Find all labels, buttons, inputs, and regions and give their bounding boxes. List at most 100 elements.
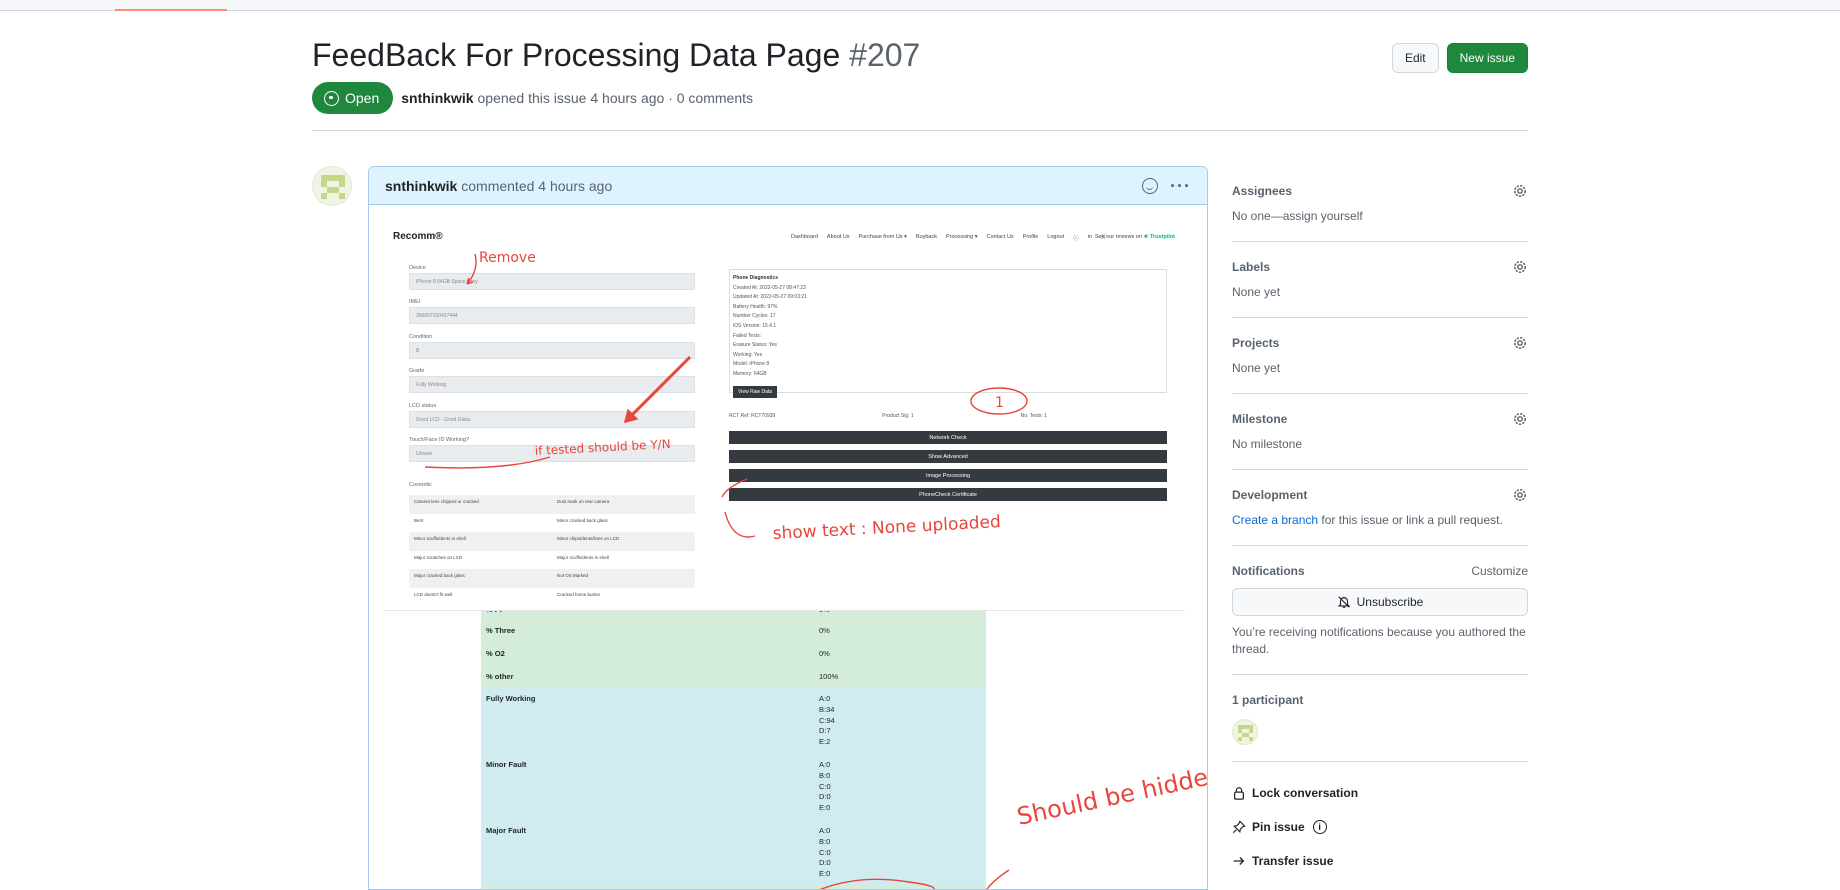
issue-actions: Lock conversation Pin issue i Transfer i… — [1232, 762, 1528, 878]
field-label: Grade — [409, 368, 425, 374]
cosmetic-option: Minor scuffs/dents in shell — [414, 536, 466, 541]
trustpilot-prefix: See our reviews on — [1094, 234, 1142, 240]
edit-button[interactable]: Edit — [1391, 43, 1439, 73]
mini-nav-item: Contact Us — [986, 234, 1014, 240]
table-row: Total Purchase Price£9,739 — [481, 886, 986, 889]
show-advanced-button: Show Advanced — [729, 450, 1167, 463]
diagnostic-line: Updated At: 2022-05-27 09:03:21 — [733, 294, 807, 301]
mini-nav-item: ⓘ — [1073, 236, 1079, 242]
issue-number: #207 — [849, 37, 921, 73]
cosmetic-option: Dust mark on rear camera — [557, 499, 610, 504]
grade-count: B:34 — [819, 704, 835, 714]
embedded-screenshot-summary-table[interactable]: % PP 0% % Three 0% % O2 0% % other 100% Fully Wo… — [481, 611, 986, 889]
comment-body: Recomm® Dashboard About Us Purchase from U… — [369, 205, 1207, 889]
cosmetic-row: Major cracked back glass Not OS Marked — [409, 569, 695, 588]
projects-title: Projects — [1232, 336, 1280, 350]
cosmetic-option: Bent — [414, 517, 424, 523]
grade-count: A:0 — [819, 826, 831, 835]
annotation-remove: Remove — [479, 250, 536, 266]
development-value: Create a branch for this issue or link a… — [1232, 512, 1528, 529]
new-issue-button[interactable]: New issue — [1446, 43, 1528, 73]
comment-author[interactable]: snthinkwik — [385, 178, 457, 194]
notifications-title: Notifications — [1232, 564, 1305, 578]
table-row: Fully Working A:0 B:34 C:94 D:7 E:2 — [481, 688, 986, 754]
table-cell-value: A:0 B:34 C:94 D:7 E:2 — [819, 694, 835, 748]
gear-icon[interactable] — [1512, 335, 1528, 351]
field-value: Unsure — [409, 445, 695, 462]
transfer-issue-link[interactable]: Transfer issue — [1232, 844, 1528, 878]
mini-nav-item: Dashboard — [791, 234, 818, 240]
projects-section: Projects None yet — [1232, 318, 1528, 394]
phonecheck-certificate-button: PhoneCheck Certificate — [729, 488, 1167, 501]
create-branch-link[interactable]: Create a branch — [1232, 513, 1318, 527]
table-cell-label: Major Fault — [486, 826, 527, 835]
phone-diagnostics-box: Phone Diagnostics Created At: 2022-05-27 … — [729, 269, 1167, 398]
no-tests: No. Tests: 1 — [1020, 413, 1047, 419]
issue-meta: Open snthinkwik opened this issue 4 hour… — [312, 82, 753, 114]
grade-count: D:0 — [819, 858, 831, 868]
comment-time[interactable]: 4 hours ago — [538, 178, 612, 194]
comment-actions: ··· — [1142, 177, 1191, 195]
info-icon[interactable]: i — [1312, 820, 1327, 834]
participant-avatar[interactable] — [1232, 719, 1258, 745]
status-badge: Open — [312, 82, 394, 114]
milestone-title: Milestone — [1232, 412, 1288, 426]
gear-icon[interactable] — [1512, 183, 1528, 199]
issue-opened-icon — [324, 90, 339, 106]
bell-slash-icon — [1337, 596, 1350, 608]
grade-count: A:0 — [819, 760, 831, 769]
comment-action: commented — [461, 177, 535, 194]
customize-link[interactable]: Customize — [1471, 564, 1528, 578]
participants-section: 1 participant — [1232, 675, 1528, 762]
grade-count: E:0 — [819, 803, 831, 813]
grade-count: D:0 — [819, 792, 831, 802]
table-row: Major Fault A:0 B:0 C:0 D:0 E:0 — [481, 820, 986, 886]
diagnostic-line: Number Cycles: 17 — [733, 313, 776, 320]
embedded-screenshot-processing-page[interactable]: Recomm® Dashboard About Us Purchase from U… — [385, 217, 1185, 611]
table-cell-value: 0% — [819, 611, 830, 616]
product-sig: Product Sig: 1 — [882, 413, 914, 419]
gear-icon[interactable] — [1512, 487, 1528, 503]
smiley-icon[interactable] — [1142, 177, 1159, 194]
table-cell-value: 0% — [819, 649, 830, 658]
pin-icon — [1232, 820, 1246, 834]
mini-nav-item: Purchase from Us ▾ — [858, 234, 907, 240]
assignees-value[interactable]: No one—assign yourself — [1232, 208, 1528, 225]
header-actions: Edit New issue — [1391, 43, 1528, 73]
status-label: Open — [345, 90, 380, 106]
annotation-should-be-hidden: Should be hidden — [1014, 760, 1207, 831]
header-divider — [312, 130, 1528, 131]
gear-icon[interactable] — [1512, 411, 1528, 427]
gear-icon[interactable] — [1512, 259, 1528, 275]
diagnostic-line: Memory: 64GB — [733, 370, 767, 377]
table-cell-value: A:0 B:0 C:0 D:0 E:0 — [819, 826, 831, 880]
pin-issue-link[interactable]: Pin issue i — [1232, 810, 1528, 844]
comment-box: snthinkwik commented 4 hours ago ··· Rec… — [368, 166, 1208, 890]
kebab-menu-icon[interactable]: ··· — [1170, 177, 1191, 195]
table-row: % PP 0% — [481, 611, 986, 619]
cosmetic-option: Minor chips/dents/lines on LCD — [557, 536, 620, 541]
recomm-logo: Recomm® — [393, 231, 443, 242]
notifications-note: You’re receiving notifications because y… — [1232, 625, 1526, 656]
issue-title-text: FeedBack For Processing Data Page — [312, 37, 841, 73]
diagnostic-line: Working: Yes — [733, 351, 763, 358]
issue-meta-text: snthinkwik opened this issue 4 hours ago… — [401, 90, 753, 106]
avatar[interactable] — [312, 166, 352, 206]
milestone-section: Milestone No milestone — [1232, 394, 1528, 470]
unsubscribe-button[interactable]: Unsubscribe — [1232, 588, 1528, 616]
labels-value: None yet — [1232, 285, 1281, 299]
mini-nav-item: Logout — [1047, 234, 1065, 240]
cosmetic-option: Major scuffs/dents in shell — [557, 554, 609, 560]
table-cell-value: 0% — [819, 626, 830, 635]
diagnostic-line: Phone Diagnostics — [733, 275, 779, 281]
diagnostic-line: Model: iPhone 8 — [733, 361, 770, 368]
grade-count: B:0 — [819, 770, 831, 780]
grade-count: C:0 — [819, 781, 831, 791]
assignees-section: Assignees No one—assign yourself — [1232, 166, 1528, 242]
issue-title: FeedBack For Processing Data Page #207 — [312, 34, 1528, 76]
issue-author-link[interactable]: snthinkwik — [401, 90, 473, 106]
table-cell-label: % other — [486, 672, 514, 681]
lock-conversation-link[interactable]: Lock conversation — [1232, 776, 1528, 810]
mini-nav-item: Processing ▾ — [945, 234, 978, 240]
cosmetic-grid: Camera lens chipped or cracked Dust mark … — [409, 495, 695, 606]
